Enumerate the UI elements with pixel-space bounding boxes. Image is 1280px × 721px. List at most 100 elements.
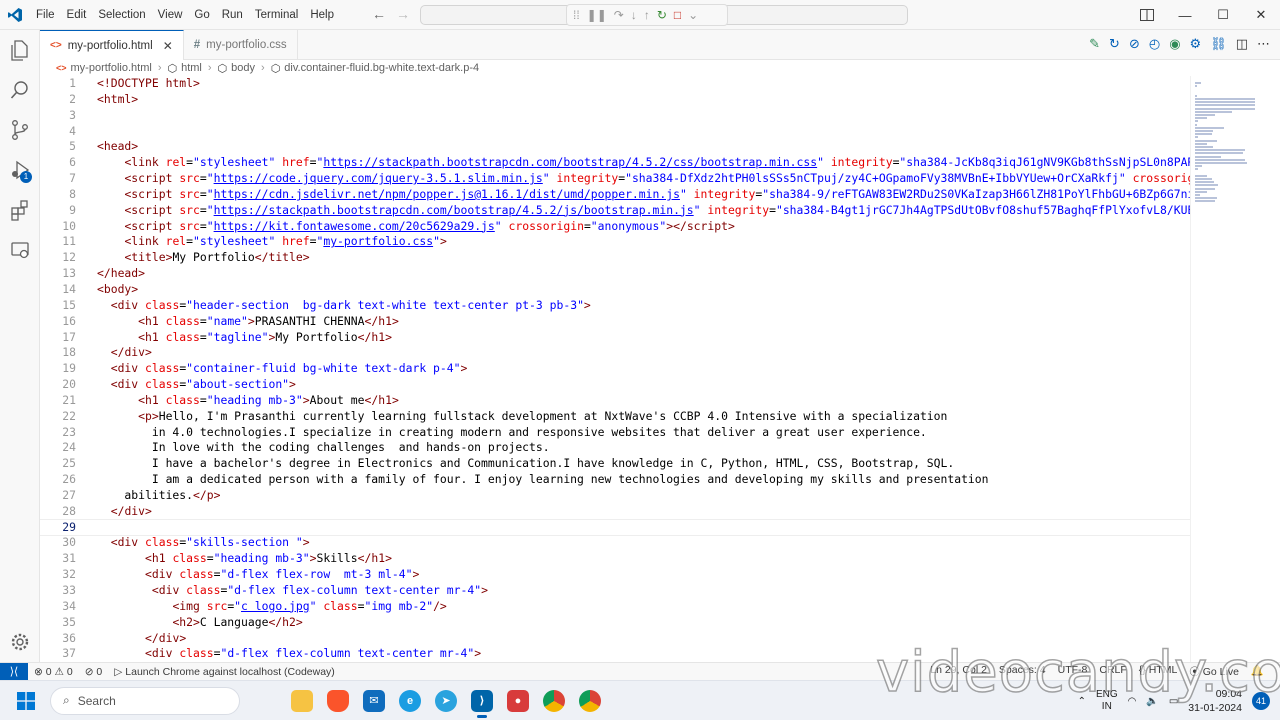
restart-icon[interactable]: ↻ (657, 8, 667, 22)
code-line[interactable]: 27 abilities.</p> (40, 488, 1190, 504)
code-line[interactable]: 32 <div class="d-flex flex-row mt-3 ml-4… (40, 567, 1190, 583)
link-icon[interactable]: ⛓ (1210, 36, 1227, 52)
code-line[interactable]: 5 <head> (40, 139, 1190, 155)
menu-item-help[interactable]: Help (304, 0, 340, 30)
code-line[interactable]: 1 <!DOCTYPE html> (40, 76, 1190, 92)
settings-gear-icon[interactable] (0, 622, 40, 662)
breadcrumb-file[interactable]: my-portfolio.html (71, 62, 152, 74)
problems-indicator[interactable]: ⊗ 0 ⚠ 0 (28, 666, 79, 678)
forward-arrow-icon[interactable]: → (396, 6, 410, 22)
edit-check-icon[interactable]: ✎ (1089, 36, 1100, 52)
code-line[interactable]: 8 <script src="https://cdn.jsdelivr.net/… (40, 187, 1190, 203)
code-line[interactable]: 15 <div class="header-section bg-dark te… (40, 298, 1190, 314)
code-line[interactable]: 29 (40, 518, 1190, 537)
menu-item-selection[interactable]: Selection (92, 0, 151, 30)
code-line[interactable]: 22 <p>Hello, I'm Prasanthi currently lea… (40, 409, 1190, 425)
code-line[interactable]: 33 <div class="d-flex flex-column text-c… (40, 583, 1190, 599)
code-line[interactable]: 28 </div> (40, 504, 1190, 520)
code-line[interactable]: 14 <body> (40, 282, 1190, 298)
breadcrumb-html[interactable]: html (181, 62, 202, 74)
refresh-icon[interactable]: ↻ (1109, 36, 1120, 52)
end-of-line[interactable]: CRLF (1093, 664, 1132, 679)
notifications-bell-icon[interactable]: 🔔 (1245, 664, 1270, 679)
search-icon[interactable] (0, 70, 40, 110)
brave-browser-icon[interactable] (320, 683, 356, 719)
battery-icon[interactable]: ▭ (1169, 696, 1178, 707)
menu-item-terminal[interactable]: Terminal (249, 0, 304, 30)
language-mode[interactable]: {} HTML (1133, 664, 1184, 679)
cancel-circle-icon[interactable]: ⊘ (1129, 36, 1140, 52)
code-line[interactable]: 25 I have a bachelor's degree in Electro… (40, 456, 1190, 472)
recorder-icon[interactable]: ● (500, 683, 536, 719)
remote-indicator-icon[interactable]: ⟩⟨ (0, 662, 28, 681)
menu-item-run[interactable]: Run (216, 0, 249, 30)
code-line[interactable]: 18 </div> (40, 345, 1190, 361)
copilot-icon[interactable]: ⚙ (1190, 36, 1202, 52)
explorer-icon[interactable] (0, 30, 40, 70)
pause-icon[interactable]: ❚❚ (587, 8, 607, 22)
chevron-down-icon[interactable]: ⌄ (688, 8, 698, 22)
code-line[interactable]: 16 <h1 class="name">PRASANTHI CHENNA</h1… (40, 314, 1190, 330)
code-line[interactable]: 7 <script src="https://code.jquery.com/j… (40, 171, 1190, 187)
extensions-icon[interactable] (0, 190, 40, 230)
cursor-position[interactable]: Ln 29, Col 2 (924, 664, 993, 679)
code-line[interactable]: 20 <div class="about-section"> (40, 377, 1190, 393)
vertical-scrollbar[interactable] (1268, 76, 1280, 662)
chrome-icon[interactable] (536, 683, 572, 719)
back-arrow-icon[interactable]: ← (372, 6, 386, 22)
taskbar-search-input[interactable]: ⌕ Search (50, 686, 240, 715)
more-actions-icon[interactable]: ⋯ (1257, 36, 1270, 52)
clock[interactable]: 09:04 31-01-2024 (1188, 687, 1242, 715)
drag-handle-icon[interactable]: ⁞⁞ (573, 8, 580, 22)
code-line[interactable]: 36 </div> (40, 631, 1190, 647)
code-line[interactable]: 9 <script src="https://stackpath.bootstr… (40, 203, 1190, 219)
minimap[interactable] (1190, 76, 1266, 662)
menu-item-file[interactable]: File (30, 0, 61, 30)
close-tab-icon[interactable]: ✕ (163, 39, 173, 53)
code-line[interactable]: 34 <img src="c logo.jpg" class="img mb-2… (40, 599, 1190, 615)
step-into-icon[interactable]: ↓ (631, 8, 637, 22)
code-line[interactable]: 12 <title>My Portfolio</title> (40, 250, 1190, 266)
menu-item-go[interactable]: Go (188, 0, 215, 30)
code-line[interactable]: 37 <div class="d-flex flex-column text-c… (40, 646, 1190, 662)
step-out-icon[interactable]: ↑ (644, 8, 650, 22)
code-line[interactable]: 23 in 4.0 technologies.I specialize in c… (40, 425, 1190, 441)
history-icon[interactable]: ◴ (1149, 36, 1160, 52)
notification-badge[interactable]: 41 (1252, 692, 1270, 710)
tab-my-portfolio-css[interactable]: # my-portfolio.css (184, 30, 298, 60)
volume-icon[interactable]: 🔈 (1146, 696, 1158, 707)
code-line[interactable]: 30 <div class="skills-section "> (40, 535, 1190, 551)
source-control-icon[interactable] (0, 110, 40, 150)
code-line[interactable]: 11 <link rel="stylesheet" href="my-portf… (40, 234, 1190, 250)
menu-item-view[interactable]: View (152, 0, 189, 30)
wifi-icon[interactable]: ◠ (1128, 696, 1137, 707)
language-indicator[interactable]: ENG IN (1096, 689, 1118, 713)
launch-config[interactable]: ▷ Launch Chrome against localhost (Codew… (108, 666, 341, 678)
code-line[interactable]: 3 (40, 108, 1190, 124)
go-live-icon[interactable]: ◉ (1169, 36, 1180, 52)
indentation[interactable]: Spaces: 4 (993, 664, 1052, 679)
code-line[interactable]: 21 <h1 class="heading mb-3">About me</h1… (40, 393, 1190, 409)
remote-explorer-icon[interactable] (0, 230, 40, 270)
chrome-profile-icon[interactable] (572, 683, 608, 719)
code-line[interactable]: 24 In love with the coding challenges an… (40, 440, 1190, 456)
chevron-up-icon[interactable]: ⌃ (1078, 696, 1086, 707)
vscode-taskbar-icon[interactable]: ⟩ (464, 683, 500, 719)
code-line[interactable]: 19 <div class="container-fluid bg-white … (40, 361, 1190, 377)
mail-icon[interactable]: ✉ (356, 683, 392, 719)
code-line[interactable]: 31 <h1 class="heading mb-3">Skills</h1> (40, 551, 1190, 567)
windows-start-icon[interactable] (6, 681, 46, 721)
close-button[interactable]: ✕ (1242, 0, 1280, 30)
tab-my-portfolio-html[interactable]: <> my-portfolio.html ✕ (40, 30, 184, 60)
go-live-button[interactable]: ⦿ Go Live (1183, 664, 1245, 679)
maximize-button[interactable]: ☐ (1204, 0, 1242, 30)
code-line[interactable]: 4 (40, 124, 1190, 140)
menu-item-edit[interactable]: Edit (61, 0, 93, 30)
code-line[interactable]: 6 <link rel="stylesheet" href="https://s… (40, 155, 1190, 171)
code-line[interactable]: 10 <script src="https://kit.fontawesome.… (40, 219, 1190, 235)
breadcrumb-div[interactable]: div.container-fluid.bg-white.text-dark.p… (284, 62, 479, 74)
ports-indicator[interactable]: ⊘ 0 (79, 666, 109, 678)
code-line[interactable]: 35 <h2>C Language</h2> (40, 615, 1190, 631)
step-over-icon[interactable]: ↷ (614, 8, 624, 22)
telegram-icon[interactable]: ➤ (428, 683, 464, 719)
